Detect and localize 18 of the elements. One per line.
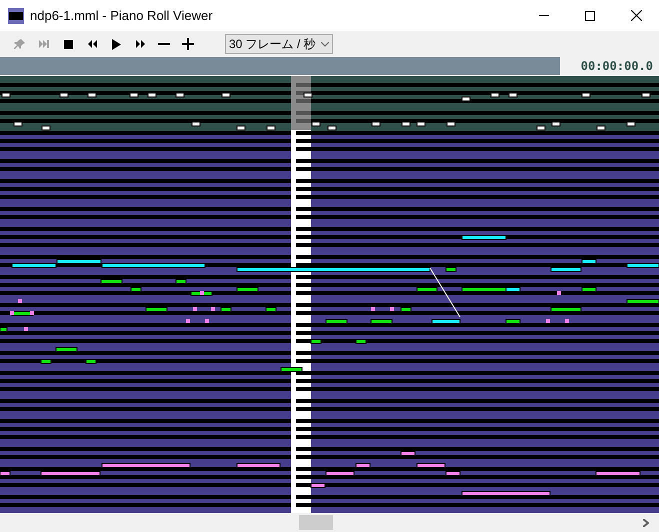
maximize-icon xyxy=(585,10,595,20)
window-title: ndp6-1.mml - Piano Roll Viewer xyxy=(30,6,213,25)
minimize-icon xyxy=(539,15,549,16)
app-logo-icon xyxy=(8,8,24,24)
plus-icon xyxy=(182,38,194,50)
close-icon xyxy=(630,10,642,21)
fast-forward-icon xyxy=(136,40,144,48)
scroll-right-icon[interactable] xyxy=(643,519,649,527)
pin-icon xyxy=(14,38,26,50)
scrollbar-thumb[interactable] xyxy=(299,515,333,530)
frame-rate-dropdown[interactable]: 30 フレーム / 秒 xyxy=(225,34,333,54)
minus-icon xyxy=(158,43,170,45)
rewind-icon xyxy=(88,40,96,48)
chevron-down-icon xyxy=(321,42,329,46)
skip-icon xyxy=(39,40,49,48)
play-icon xyxy=(112,38,120,50)
stop-icon xyxy=(64,40,72,48)
time-display: 00:00:00.0 xyxy=(580,58,653,75)
